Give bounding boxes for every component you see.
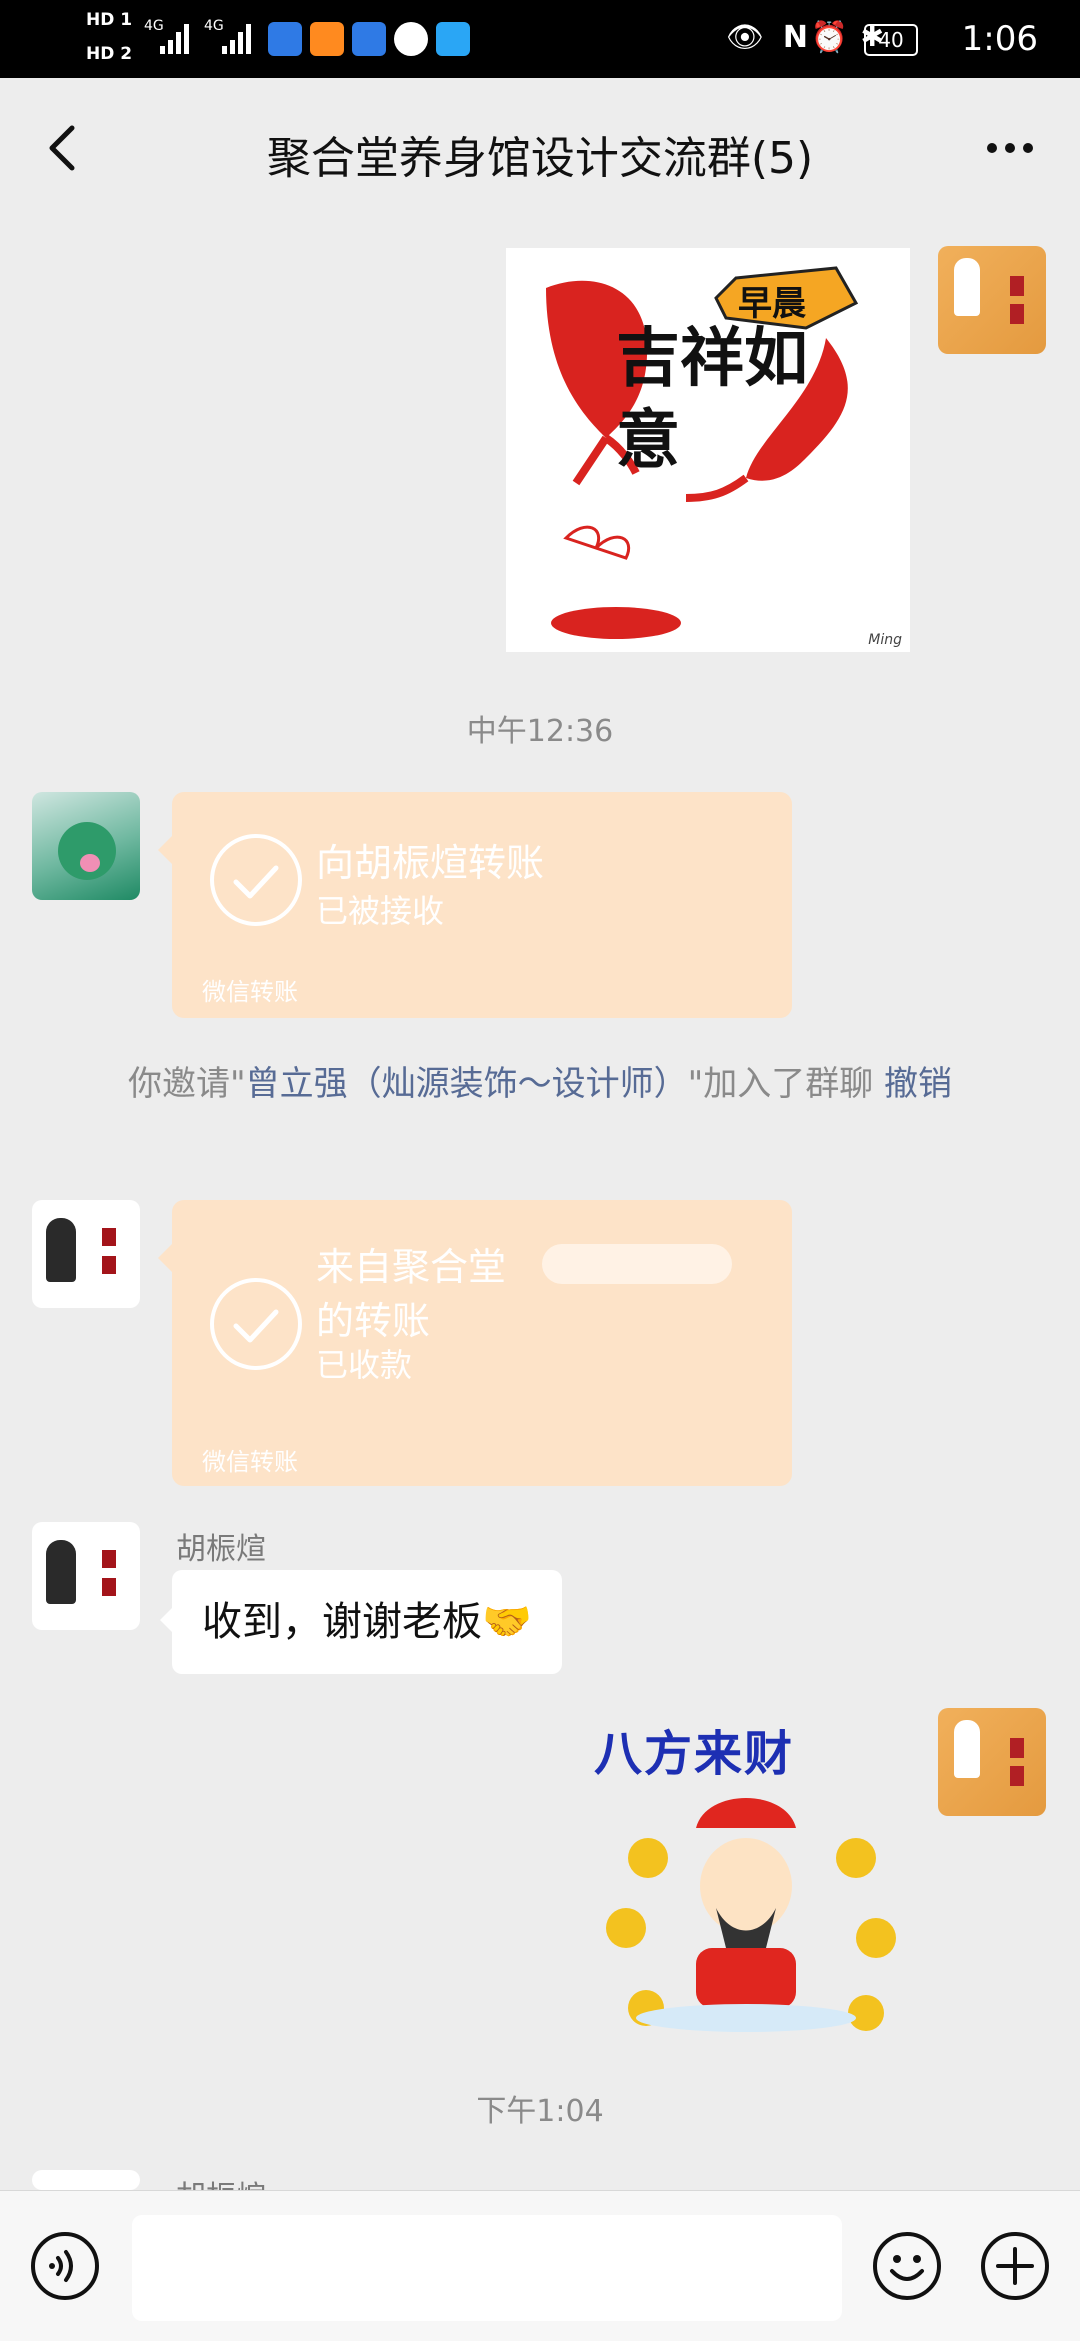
chat-title: 聚合堂养身馆设计交流群(5) [266,133,814,184]
more-options-icon[interactable] [980,118,1040,178]
search-app-notification-icon [436,22,470,56]
sender-name: 胡桭煊 [176,2172,266,2190]
battery-icon: 40 [864,24,918,56]
my-avatar[interactable] [938,1708,1046,1816]
sender-avatar-card[interactable] [32,1200,140,1308]
transfer-footer: 微信转账 [202,1448,298,1476]
network-type-2: 4G [204,18,224,34]
message-input[interactable] [132,2215,842,2321]
alarm-icon: ⏰ [810,20,848,55]
revoke-link[interactable]: 撤销 [884,1064,952,1104]
redaction-blur [542,1244,732,1284]
transfer-card-sent[interactable]: 向胡桭煊转账 已被接收 微信转账 [158,792,792,1018]
video-app-notification-icon [310,22,344,56]
voice-input-icon[interactable] [30,2231,100,2301]
app-notification-icon [352,22,386,56]
transfer-title-line1: 来自聚合堂 [316,1245,507,1289]
timestamp: 中午12:36 [466,714,614,749]
sticker-caption: 吉祥如意 [616,321,808,478]
check-icon [210,834,302,926]
timestamp: 下午1:04 [476,2094,604,2129]
transfer-status: 已收款 [316,1346,413,1384]
add-more-icon[interactable] [980,2231,1050,2301]
check-icon [210,1278,302,1370]
transfer-status: 已被接收 [316,892,445,930]
sender-avatar-card[interactable] [32,1522,140,1630]
eye-icon: 👁 [725,20,764,55]
signal-icon-2 [222,22,254,54]
system-invite-message: 你邀请"曾立强（灿源装饰～设计师）"加入了群聊 撤销 [80,1060,1000,1108]
sim2-label: HD 2 [86,44,133,64]
transfer-title-line2: 的转账 [316,1299,431,1343]
sender-name: 胡桭煊 [176,1532,266,1567]
sticker-jixiang[interactable]: 早晨 吉祥如意 Ming [506,248,910,652]
nfc-icon: N [782,20,808,55]
battery-level: 40 [878,28,904,52]
emoji-icon[interactable] [872,2231,942,2301]
invitee-name-link[interactable]: 曾立强（灿源装饰～设计师） [246,1064,688,1104]
system-suffix: "加入了群聊 [687,1064,874,1104]
browser-notification-icon [394,22,428,56]
transfer-card-received[interactable]: 来自聚合堂 的转账 已收款 微信转账 [158,1200,792,1486]
chat-header: 聚合堂养身馆设计交流群(5) [0,78,1080,216]
system-prefix: 你邀请" [127,1064,246,1104]
sim-indicator: HD 1 HD 2 [86,10,132,64]
god-of-wealth-image [606,1798,896,2032]
chat-input-bar [0,2190,1080,2341]
text-message-bubble[interactable]: 收到，谢谢老板🤝 [160,1570,562,1674]
sticker-bafang[interactable]: 八方来财 [586,1708,912,2032]
message-text: 收到，谢谢老板🤝 [202,1599,532,1645]
transfer-title: 向胡桭煊转账 [316,841,545,885]
sender-avatar-card[interactable] [32,2170,140,2190]
transfer-footer: 微信转账 [202,978,298,1006]
sender-avatar-lotus[interactable] [32,792,140,900]
app-notification-icon [268,22,302,56]
sticker-signature: Ming [868,632,902,648]
signal-icon-1 [160,22,192,54]
clock: 1:06 [961,19,1038,59]
status-bar: HD 1 HD 2 4G 4G 👁 N ⏰ ✱ 40 1:06 [0,0,1080,78]
sim1-label: HD 1 [86,10,133,30]
my-avatar[interactable] [938,246,1046,354]
